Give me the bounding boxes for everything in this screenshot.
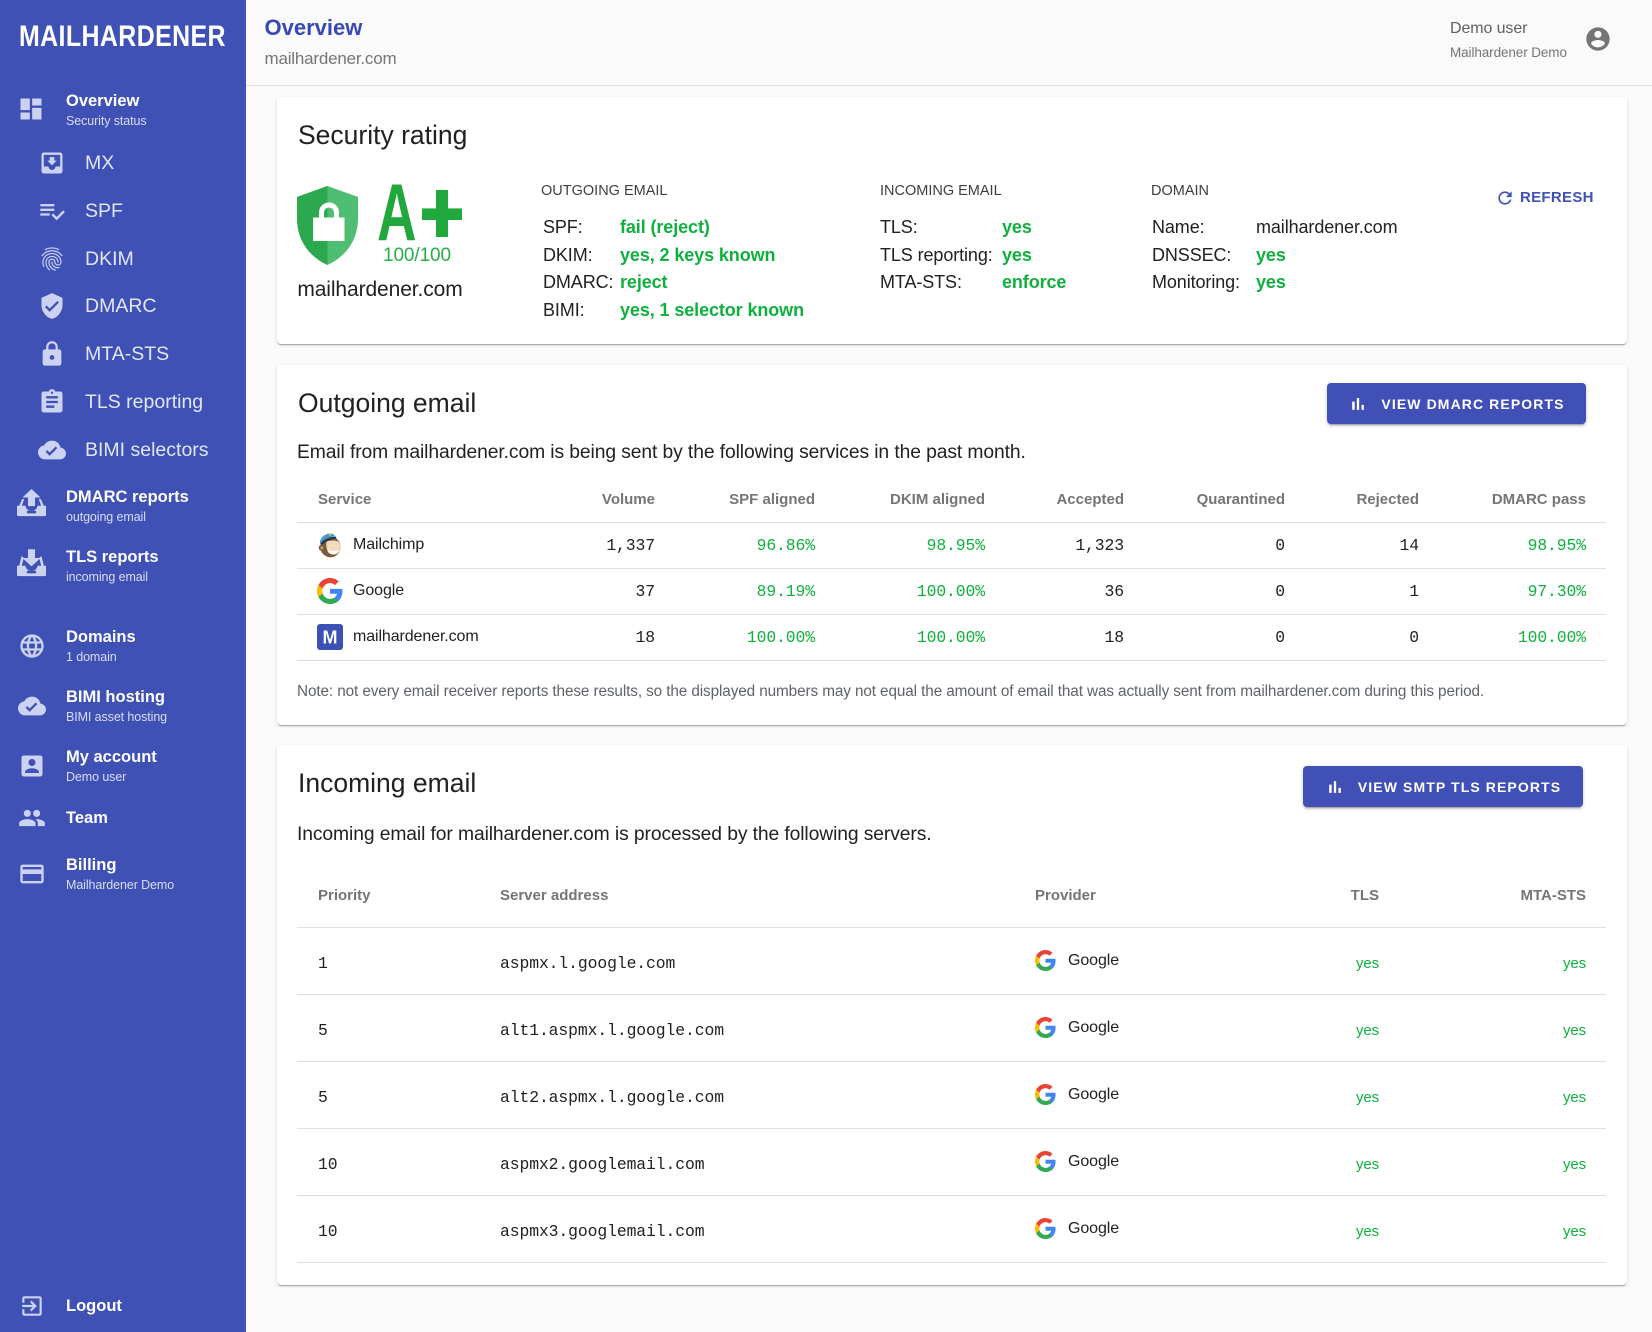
svg-text:M: M (323, 628, 338, 648)
